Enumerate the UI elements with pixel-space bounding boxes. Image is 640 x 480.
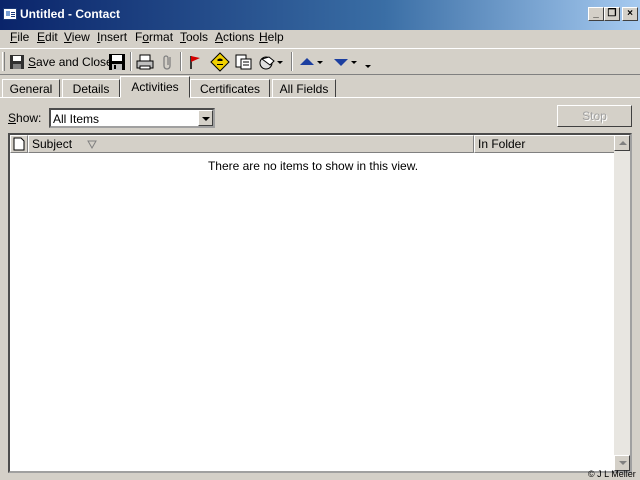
call-icon	[210, 52, 230, 72]
vertical-scrollbar[interactable]	[614, 135, 630, 471]
document-icon	[13, 137, 25, 151]
attach-button[interactable]	[161, 52, 175, 72]
toolbar-separator	[180, 52, 182, 71]
dropdown-arrow-icon[interactable]	[198, 110, 213, 126]
contact-card-icon[interactable]	[3, 8, 17, 20]
minimize-button[interactable]: _	[588, 7, 604, 21]
tab-activities[interactable]: Activities	[120, 76, 190, 98]
restore-button[interactable]: ❐	[604, 7, 620, 21]
show-dropdown[interactable]: All Items	[49, 108, 215, 128]
chevron-down-icon	[317, 61, 323, 64]
ie-go-icon	[259, 56, 275, 70]
menu-help[interactable]: Help	[259, 30, 284, 48]
standard-toolbar: Save and Close	[0, 48, 640, 75]
flag-button[interactable]	[187, 52, 203, 72]
activities-list[interactable]: Subject In Folder There are no items to …	[8, 133, 632, 473]
stop-button[interactable]: Stop	[557, 105, 632, 127]
menu-insert[interactable]: Insert	[97, 30, 127, 48]
toolbar-separator	[291, 52, 293, 71]
title-bar[interactable]: Untitled - Contact _ ❐ ×	[0, 0, 640, 30]
show-dropdown-value: All Items	[53, 112, 100, 126]
menu-bar: File Edit View Insert Format Tools Actio…	[0, 30, 640, 48]
window-title: Untitled - Contact	[20, 7, 120, 21]
print-icon	[136, 54, 154, 70]
previous-item-button[interactable]	[298, 52, 324, 72]
menu-edit[interactable]: Edit	[37, 30, 58, 48]
chevron-down-icon	[351, 61, 357, 64]
flag-icon	[190, 56, 200, 69]
empty-list-message: There are no items to show in this view.	[207, 159, 419, 173]
next-item-button[interactable]	[332, 52, 358, 72]
tab-details[interactable]: Details	[62, 79, 120, 98]
call-button[interactable]	[210, 52, 230, 72]
previous-item-icon	[300, 58, 314, 65]
attach-icon	[163, 55, 171, 70]
tab-general[interactable]: General	[2, 79, 60, 98]
tab-strip: General Details Activities Certificates …	[0, 75, 640, 98]
menu-actions[interactable]: Actions	[215, 30, 254, 48]
print-button[interactable]	[136, 52, 154, 72]
chevron-down-icon	[277, 61, 283, 64]
save-and-close-icon	[10, 55, 24, 69]
toolbar-options-button[interactable]	[364, 52, 372, 72]
toolbar-options-icon	[365, 65, 371, 68]
save-button[interactable]	[108, 52, 126, 72]
toolbar-separator	[130, 52, 132, 71]
menu-tools[interactable]: Tools	[180, 30, 208, 48]
item-type-column-header[interactable]	[10, 135, 28, 153]
new-message-button[interactable]	[234, 52, 252, 72]
explore-web-button[interactable]	[258, 52, 284, 72]
copyright-watermark: © J L Meller	[588, 469, 636, 479]
save-floppy-icon	[109, 54, 125, 70]
next-item-icon	[334, 59, 348, 66]
save-and-close-label: Save and Close	[28, 55, 113, 69]
menu-file[interactable]: File	[10, 30, 29, 48]
subject-column-header[interactable]: Subject	[28, 135, 474, 153]
save-and-close-button[interactable]: Save and Close	[9, 52, 113, 72]
menu-view[interactable]: View	[64, 30, 90, 48]
in-folder-column-header[interactable]: In Folder	[474, 135, 616, 153]
scroll-up-button[interactable]	[614, 135, 630, 151]
list-header: Subject In Folder	[10, 135, 616, 153]
subject-column-label: Subject	[32, 137, 73, 151]
new-message-icon	[235, 54, 252, 70]
toolbar-grip[interactable]	[2, 52, 5, 71]
tab-all-fields[interactable]: All Fields	[272, 79, 336, 98]
close-button[interactable]: ×	[622, 7, 638, 21]
menu-format[interactable]: Format	[135, 30, 173, 48]
tab-panel-border	[0, 97, 640, 98]
sort-descending-icon	[87, 140, 97, 150]
show-label: Show:	[8, 111, 42, 125]
tab-certificates[interactable]: Certificates	[190, 79, 270, 98]
